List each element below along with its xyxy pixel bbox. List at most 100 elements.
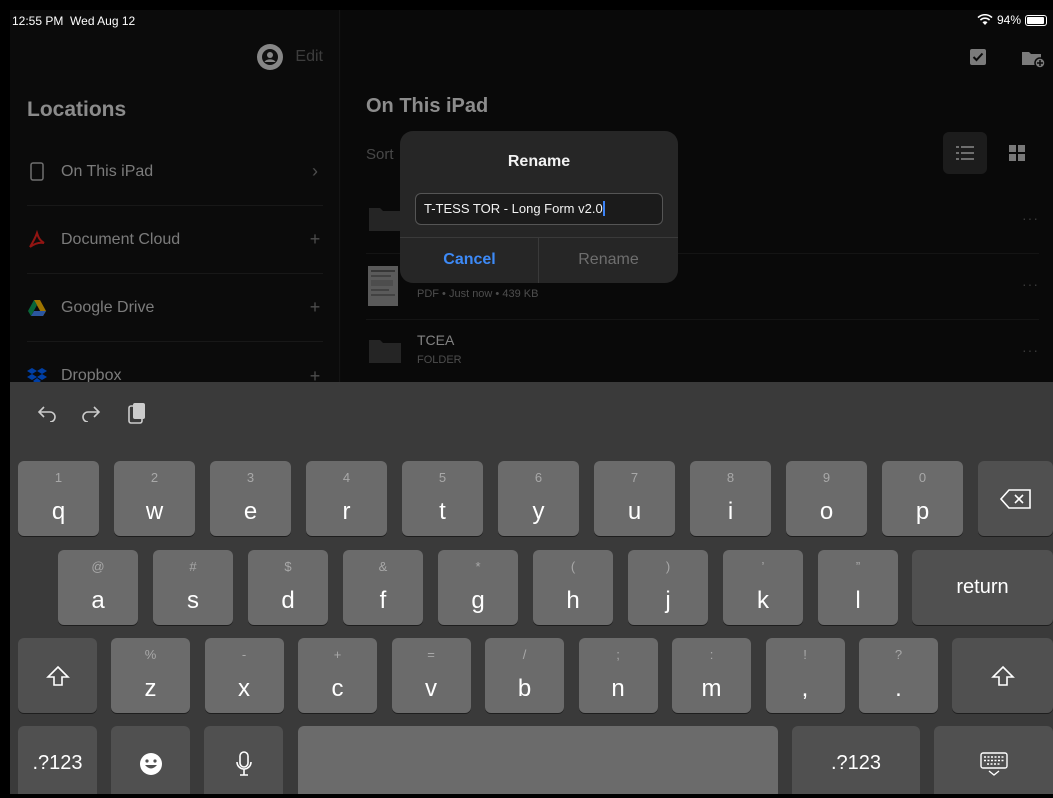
key-label: q: [51, 498, 66, 525]
key-hint: 5: [438, 470, 447, 485]
key-b[interactable]: / b: [485, 638, 564, 713]
on-screen-keyboard: 1 q 2 w 3 e 4 r 5 t 6 y 7 u 8 i 9 o 0 p @ a # s $ d & f * g(h) j’ k” l re…: [10, 382, 1053, 794]
key-hint: &: [378, 559, 388, 574]
key-p[interactable]: 0p: [882, 461, 963, 536]
dictation-key[interactable]: [204, 726, 283, 794]
key-label: return: [956, 576, 1009, 598]
key-label: j: [665, 587, 671, 614]
key-y[interactable]: 6y: [498, 461, 579, 536]
key-label: k: [757, 587, 769, 614]
return-key[interactable]: return: [912, 550, 1053, 625]
keyboard-dismiss-icon: [934, 726, 1053, 794]
key-u[interactable]: 7u: [594, 461, 675, 536]
key-hint: 1: [54, 470, 63, 485]
key-hint: 0: [918, 470, 927, 485]
key-l[interactable]: ” l: [818, 550, 898, 625]
key-hint: ’: [761, 559, 765, 574]
shift-right-key[interactable]: [952, 638, 1053, 713]
key-hint: !: [803, 647, 807, 662]
key-label: u: [627, 498, 642, 525]
text-cursor: [602, 201, 605, 216]
space-bar[interactable]: [298, 726, 778, 794]
redo-icon[interactable]: [78, 400, 104, 426]
date-text: Wed Aug 12: [70, 14, 136, 28]
key-k[interactable]: ’ k: [723, 550, 803, 625]
key-hint: 4: [342, 470, 351, 485]
key-label: .?123: [830, 752, 882, 774]
key-period[interactable]: ?.: [859, 638, 938, 713]
shift-icon: [18, 638, 97, 713]
rename-dialog: Rename T-TESS TOR - Long Form v2.0 Cance…: [400, 131, 678, 283]
key-x[interactable]: -x: [204, 638, 284, 713]
key-label: v: [425, 675, 437, 702]
emoji-icon: [111, 726, 190, 794]
key-h[interactable]: (h: [533, 550, 613, 625]
key-hint: =: [427, 647, 435, 662]
key-label: l: [855, 587, 861, 614]
key-hint: $: [284, 559, 292, 574]
cancel-button[interactable]: Cancel: [400, 237, 539, 283]
key-hint: @: [91, 559, 105, 574]
rename-input[interactable]: T-TESS TOR - Long Form v2.0: [415, 193, 663, 225]
key-hint: 3: [246, 470, 255, 485]
key-s[interactable]: # s: [153, 550, 233, 625]
hide-keyboard-key[interactable]: [934, 726, 1053, 794]
key-hint: /: [522, 647, 527, 662]
key-hint: ): [665, 559, 671, 574]
key-w[interactable]: 2w: [114, 461, 195, 536]
rename-button[interactable]: Rename: [539, 237, 678, 283]
key-label: e: [243, 498, 258, 525]
key-label: o: [819, 498, 834, 525]
key-label: s: [187, 587, 199, 614]
key-label: z: [144, 675, 157, 702]
delete-key[interactable]: [978, 461, 1053, 536]
shift-left-key[interactable]: [18, 638, 97, 713]
key-a[interactable]: @ a: [58, 550, 138, 625]
key-label: t: [439, 498, 446, 525]
key-hint: *: [475, 559, 481, 574]
key-label: h: [566, 587, 580, 614]
key-label: f: [379, 587, 387, 614]
key-i[interactable]: 8i: [690, 461, 771, 536]
key-label: g: [471, 587, 485, 614]
key-label: m: [701, 675, 722, 702]
undo-icon[interactable]: [34, 400, 60, 426]
key-z[interactable]: % z: [111, 638, 190, 713]
key-f[interactable]: & f: [343, 550, 423, 625]
status-right: 94%: [977, 13, 1047, 27]
wifi-icon: [977, 14, 993, 25]
key-n[interactable]: ; n: [578, 638, 658, 713]
key-label: n: [611, 675, 625, 702]
key-hint: 9: [822, 470, 831, 485]
key-c[interactable]: + c: [298, 638, 377, 713]
key-o[interactable]: 9o: [786, 461, 867, 536]
ipad-screen: Edit Locations On This iPad › Document C…: [10, 10, 1053, 794]
key-comma[interactable]: !,: [765, 638, 845, 713]
key-label: c: [331, 675, 344, 702]
key-j[interactable]: ) j: [628, 550, 708, 625]
key-t[interactable]: 5t: [402, 461, 483, 536]
key-hint: -: [241, 647, 247, 662]
emoji-key[interactable]: [111, 726, 190, 794]
key-label: r: [342, 498, 351, 525]
key-label: i: [727, 498, 734, 525]
numbers-key-right[interactable]: .?123: [792, 726, 920, 794]
keyboard-shortcut-bar: [10, 382, 1053, 442]
key-e[interactable]: 3e: [210, 461, 291, 536]
key-hint: +: [333, 647, 342, 662]
key-m[interactable]: :m: [672, 638, 751, 713]
key-v[interactable]: = v: [391, 638, 471, 713]
key-hint: 8: [726, 470, 735, 485]
battery-icon: [1025, 14, 1047, 26]
microphone-icon: [204, 726, 283, 794]
rename-input-value: T-TESS TOR - Long Form v2.0: [424, 201, 603, 216]
key-label: p: [915, 498, 930, 525]
numbers-key-left[interactable]: .?123: [18, 726, 97, 794]
paste-icon[interactable]: [124, 400, 150, 426]
key-q[interactable]: 1q: [18, 461, 99, 536]
key-hint: #: [189, 559, 197, 574]
key-hint: 2: [150, 470, 159, 485]
key-g[interactable]: * g: [438, 550, 518, 625]
key-d[interactable]: $ d: [248, 550, 328, 625]
key-r[interactable]: 4r: [306, 461, 387, 536]
